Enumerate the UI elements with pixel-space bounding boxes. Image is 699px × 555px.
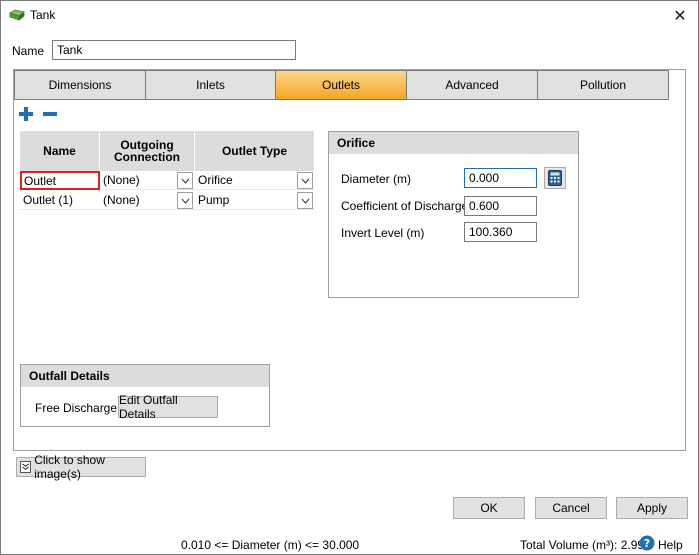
show-images-button[interactable]: Click to show image(s) xyxy=(16,453,146,481)
close-icon: ✕ xyxy=(673,8,687,25)
apply-button[interactable]: Apply xyxy=(616,497,688,519)
svg-text:?: ? xyxy=(644,537,650,550)
invert-level-label: Invert Level (m) xyxy=(341,226,425,240)
tab-pollution[interactable]: Pollution xyxy=(537,70,669,100)
row-2-type-dropdown[interactable] xyxy=(297,192,313,209)
close-button[interactable]: ✕ xyxy=(662,1,698,31)
tab-advanced[interactable]: Advanced xyxy=(406,70,538,100)
name-input[interactable] xyxy=(52,40,296,60)
title-bar xyxy=(1,1,698,31)
tab-dimensions[interactable]: Dimensions xyxy=(14,70,146,100)
diameter-label: Diameter (m) xyxy=(341,172,412,186)
outfall-type-label: Free Discharge xyxy=(35,401,118,415)
total-volume: Total Volume (m³): 2.990 xyxy=(520,538,651,552)
cancel-button[interactable]: Cancel xyxy=(535,497,607,519)
tab-outlets[interactable]: Outlets xyxy=(275,70,407,100)
table-row-1-name[interactable]: Outlet xyxy=(20,171,100,190)
chevron-down-icon xyxy=(301,198,309,204)
double-chevron-down-icon xyxy=(20,461,32,473)
orifice-group: Orifice xyxy=(328,131,579,298)
orifice-title: Orifice xyxy=(329,132,578,154)
grid-header-name: Name xyxy=(20,131,100,171)
range-hint: 0.010 <= Diameter (m) <= 30.000 xyxy=(181,538,360,552)
outlet-toolbar xyxy=(14,101,582,126)
chevron-down-icon xyxy=(301,178,309,184)
calculator-button[interactable] xyxy=(544,167,566,189)
coef-discharge-label: Coefficient of Discharge xyxy=(341,199,469,213)
table-row-2-name[interactable]: Outlet (1) xyxy=(20,191,100,210)
name-label: Name xyxy=(12,44,45,58)
outfall-details-title: Outfall Details xyxy=(21,365,269,387)
grid-header-outlet-type: Outlet Type xyxy=(195,131,315,171)
chevron-down-icon xyxy=(181,198,189,204)
calculator-icon xyxy=(548,170,562,186)
help-icon[interactable]: ? xyxy=(639,535,655,551)
tab-inlets[interactable]: Inlets xyxy=(145,70,276,100)
remove-outlet-icon[interactable] xyxy=(42,106,58,122)
add-outlet-icon[interactable] xyxy=(18,106,34,122)
edit-outfall-details-button[interactable]: Edit Outfall Details xyxy=(118,393,218,421)
row-1-connection-dropdown[interactable] xyxy=(177,172,193,189)
chevron-down-icon xyxy=(181,178,189,184)
diameter-input[interactable] xyxy=(464,168,537,188)
ok-button[interactable]: OK xyxy=(453,497,525,519)
window-title: Tank xyxy=(30,8,56,22)
invert-level-input[interactable] xyxy=(464,222,537,242)
grid-header-connection: Outgoing Connection xyxy=(100,131,195,171)
coef-discharge-input[interactable] xyxy=(464,196,537,216)
tank-app-icon xyxy=(9,9,25,21)
row-2-connection-dropdown[interactable] xyxy=(177,192,193,209)
row-1-type-dropdown[interactable] xyxy=(297,172,313,189)
help-link[interactable]: Help xyxy=(658,538,683,552)
